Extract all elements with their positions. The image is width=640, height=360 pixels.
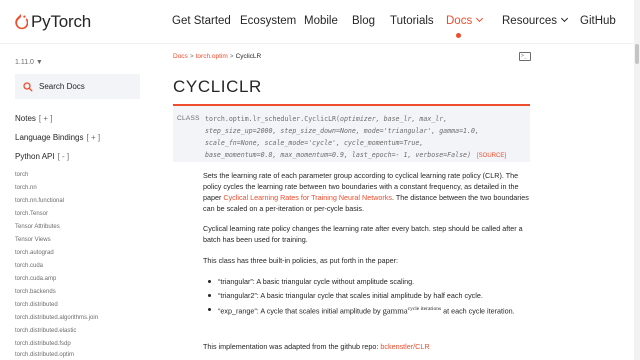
expand-toggle[interactable]: [ + ]	[39, 114, 53, 123]
sidebar-link[interactable]: Tensor Views	[15, 237, 51, 243]
description-paragraph: Sets the learning rate of each parameter…	[203, 170, 533, 214]
bullet-text: at each cycle iteration.	[441, 306, 515, 316]
terminal-icon[interactable]: >_	[519, 52, 531, 61]
math-exponent: cycle iterations	[407, 306, 442, 312]
sidebar-link[interactable]: torch.cuda.amp	[15, 276, 56, 282]
logo-text: PyTorch	[31, 12, 92, 31]
chevron-down-icon	[560, 14, 569, 23]
nav-get-started[interactable]: Get Started	[172, 15, 231, 27]
policy-list: “triangular”: A basic triangular cycle w…	[208, 276, 528, 316]
class-name: torch.optim.lr_scheduler.CyclicLR(	[205, 115, 340, 123]
nav-resources-label: Resources	[502, 15, 557, 27]
list-item: “triangular2”: A basic triangular cycle …	[208, 290, 528, 301]
nav-github[interactable]: GitHub	[580, 15, 616, 27]
active-nav-indicator	[456, 33, 461, 38]
search-input[interactable]: Search Docs	[39, 82, 85, 91]
breadcrumb-separator: >	[229, 53, 234, 60]
breadcrumb-torch-optim[interactable]: torch.optim	[196, 53, 228, 60]
breadcrumb-current: CyclicLR	[235, 53, 262, 60]
breadcrumb: Docs > torch.optim > CyclicLR	[173, 53, 261, 60]
page-title: CYCLICLR	[173, 77, 262, 96]
sidebar-link[interactable]: torch.Tensor	[15, 211, 48, 217]
sidebar-link[interactable]: torch.backends	[15, 289, 56, 295]
signature-line: scale_fn=None, scale_mode='cycle', cycle…	[205, 139, 423, 147]
nav-tutorials[interactable]: Tutorials	[390, 15, 434, 27]
sidebar-link[interactable]: torch	[15, 172, 28, 178]
nav-docs[interactable]: Docs	[446, 14, 484, 27]
bullet-text: “exp_range”: A cycle that scales initial…	[218, 306, 383, 316]
collapse-toggle[interactable]: [ - ]	[58, 152, 70, 161]
signature-kind: CLASS	[177, 115, 200, 122]
section-label: Notes	[15, 114, 36, 123]
nav-mobile[interactable]: Mobile	[304, 15, 338, 27]
main-content: Docs > torch.optim > CyclicLR >_ CYCLICLR CL…	[162, 44, 634, 360]
breadcrumb-docs[interactable]: Docs	[173, 53, 188, 60]
paper-link[interactable]: Cyclical Learning Rates for Training Neu…	[223, 193, 392, 202]
nav-docs-label: Docs	[446, 15, 473, 27]
section-label: Python API	[15, 152, 55, 161]
sidebar-link[interactable]: torch.distributed	[15, 302, 58, 308]
policy-paragraph: Cyclical learning rate policy changes th…	[203, 224, 523, 244]
sidebar-link[interactable]: Tensor Attributes	[15, 224, 60, 230]
repo-link[interactable]: bckenstler/CLR	[380, 342, 429, 351]
sidebar-link[interactable]: torch.distributed.optim	[15, 352, 74, 358]
top-navbar: PyTorch Get Started Ecosystem Mobile Blo…	[0, 0, 640, 44]
sidebar-section-language-bindings[interactable]: Language Bindings[ + ]	[15, 133, 100, 142]
class-signature: CLASS torch.optim.lr_scheduler.CyclicLR(…	[173, 104, 530, 162]
math-gamma: gamma	[382, 305, 408, 316]
chevron-down-icon	[476, 14, 484, 23]
scrollbar[interactable]	[634, 0, 640, 360]
source-link[interactable]: [SOURCE]	[477, 153, 506, 159]
policies-intro: This class has three built-in policies, …	[203, 256, 398, 265]
nav-resources[interactable]: Resources	[502, 14, 569, 27]
expand-toggle[interactable]: [ + ]	[87, 133, 101, 142]
pytorch-flame-icon	[15, 14, 28, 30]
scrollbar-thumb[interactable]	[635, 44, 639, 64]
sidebar-link[interactable]: torch.distributed.fsdp	[15, 341, 71, 347]
signature-params: scale_fn=None, scale_mode='cycle', cycle…	[205, 139, 424, 147]
list-item: “triangular”: A basic triangular cycle w…	[208, 276, 528, 287]
breadcrumb-separator: >	[189, 53, 194, 60]
sidebar-link[interactable]: torch.nn	[15, 185, 37, 191]
sidebar-section-python-api[interactable]: Python API[ - ]	[15, 152, 69, 161]
sidebar-link[interactable]: torch.autograd	[15, 250, 54, 256]
sidebar-link[interactable]: torch.distributed.elastic	[15, 328, 76, 334]
nav-blog[interactable]: Blog	[352, 15, 375, 27]
signature-line: step_size_up=2000, step_size_down=None, …	[205, 127, 479, 135]
signature-line: torch.optim.lr_scheduler.CyclicLR(optimi…	[205, 115, 447, 123]
signature-params: base_momentum=0.8, max_momentum=0.9, las…	[205, 151, 471, 159]
sidebar-section-notes[interactable]: Notes[ + ]	[15, 114, 52, 123]
implementation-note: This implementation was adapted from the…	[203, 341, 533, 352]
search-icon	[23, 81, 33, 92]
signature-params: step_size_up=2000, step_size_down=None, …	[205, 127, 479, 135]
nav-ecosystem[interactable]: Ecosystem	[240, 15, 296, 27]
version-selector[interactable]: 1.11.0 ▼	[15, 59, 43, 66]
section-label: Language Bindings	[15, 133, 84, 142]
sidebar-link[interactable]: torch.cuda	[15, 263, 43, 269]
sidebar-link[interactable]: torch.nn.functional	[15, 198, 64, 204]
signature-line: base_momentum=0.8, max_momentum=0.9, las…	[205, 151, 506, 159]
paragraph-text: This implementation was adapted from the…	[203, 342, 381, 351]
pytorch-logo[interactable]: PyTorch	[14, 12, 91, 32]
sidebar-link[interactable]: torch.distributed.algorithms.join	[15, 315, 98, 321]
list-item: “exp_range”: A cycle that scales initial…	[208, 304, 528, 316]
signature-params: optimizer, base_lr, max_lr,	[339, 115, 448, 123]
search-box[interactable]: Search Docs	[15, 74, 140, 99]
sidebar: 1.11.0 ▼ Search Docs Notes[ + ] Language…	[0, 44, 162, 360]
